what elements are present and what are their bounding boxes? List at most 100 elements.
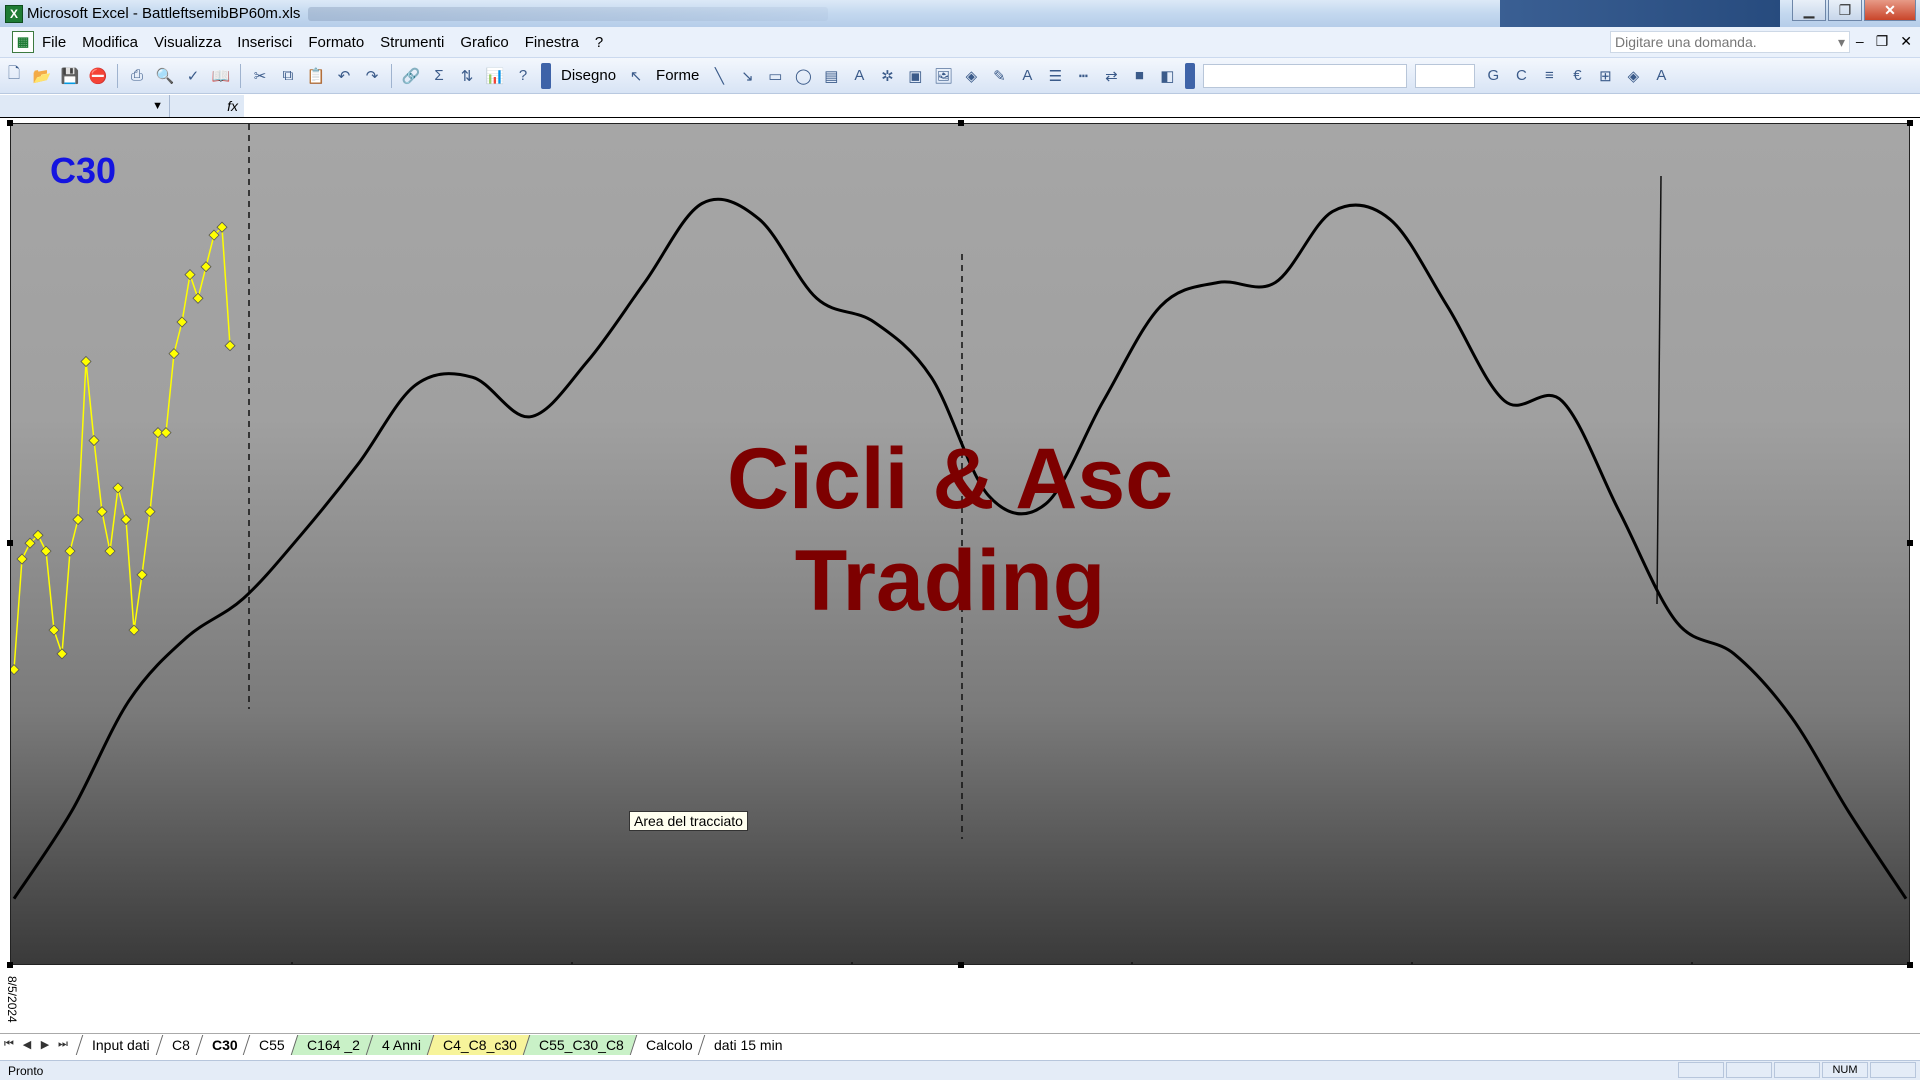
undo-icon[interactable]: ↶ [333,65,355,87]
font-name-combo[interactable] [1203,63,1408,88]
resize-handle[interactable] [7,120,13,126]
new-document-icon[interactable]: 🗋 [3,65,25,87]
toolbar-separator [117,63,118,88]
hyperlink-icon[interactable]: 🔗 [400,65,422,87]
font-size-combo[interactable] [1415,63,1476,88]
copy-icon[interactable]: ⧉ [277,65,299,87]
arrow-style-icon[interactable]: ⇄ [1100,65,1122,87]
currency-icon[interactable]: € [1566,65,1588,87]
doc-restore-icon[interactable]: ❐ [1876,33,1889,50]
fill-bucket-icon[interactable]: ◈ [1622,65,1644,87]
sheet-tab[interactable]: C164 _2 [290,1034,376,1055]
cut-icon[interactable]: ✂ [249,65,271,87]
toolbar-options-icon[interactable] [1185,62,1196,89]
resize-handle[interactable] [958,120,964,126]
shadow-icon[interactable]: ■ [1128,65,1150,87]
sort-icon[interactable]: ⇅ [456,65,478,87]
help-icon[interactable]: ? [512,65,534,87]
clipart-icon[interactable]: ▣ [904,65,926,87]
sheet-tab[interactable]: 4 Anni [365,1034,437,1055]
name-box[interactable]: ▼ [0,94,170,117]
menu-visualizza[interactable]: Visualizza [154,34,221,51]
fill-color-icon[interactable]: ◈ [960,65,982,87]
last-sheet-icon[interactable]: ⏭ [54,1038,72,1051]
bold-icon[interactable]: G [1482,65,1504,87]
sheet-tab[interactable]: C55_C30_C8 [522,1034,639,1055]
sheet-tab[interactable]: dati 15 min [698,1034,798,1055]
menu-strumenti[interactable]: Strumenti [380,34,444,51]
autosum-icon[interactable]: Σ [428,65,450,87]
menu-formato[interactable]: Formato [308,34,364,51]
borders-icon[interactable]: ⊞ [1594,65,1616,87]
menu-help[interactable]: ? [595,34,603,51]
drawing-menu-button[interactable]: Disegno [561,67,616,84]
sheet-tab[interactable]: Input dati [75,1034,165,1055]
spelling-icon[interactable]: ✓ [182,65,204,87]
line-tool-icon[interactable]: ╲ [708,65,730,87]
line-color-icon[interactable]: ✎ [988,65,1010,87]
menu-bar: ▦ File Modifica Visualizza Inserisci For… [0,27,1920,58]
price-data-point [80,355,92,368]
rectangle-tool-icon[interactable]: ▭ [764,65,786,87]
font-color-icon[interactable]: A [1016,65,1038,87]
italic-icon[interactable]: C [1510,65,1532,87]
restore-icon[interactable]: ❐ [1828,0,1862,21]
status-panel [1726,1062,1772,1078]
select-pointer-icon[interactable]: ↖ [625,65,647,87]
3d-style-icon[interactable]: ◧ [1156,65,1178,87]
menu-grafico[interactable]: Grafico [460,34,508,51]
text-color-icon[interactable]: A [1650,65,1672,87]
workbook-icon[interactable]: ▦ [12,31,34,53]
resize-handle[interactable] [958,962,964,968]
textbox-tool-icon[interactable]: ▤ [820,65,842,87]
save-icon[interactable]: 💾 [59,65,81,87]
minimize-icon[interactable]: ▁ [1792,0,1826,21]
price-data-point [160,427,172,439]
paste-icon[interactable]: 📋 [305,65,327,87]
line-style-icon[interactable]: ☰ [1044,65,1066,87]
oval-tool-icon[interactable]: ◯ [792,65,814,87]
redo-icon[interactable]: ↷ [361,65,383,87]
chart-wizard-icon[interactable]: 📊 [484,65,506,87]
doc-minimize-icon[interactable]: – [1856,33,1864,50]
diagram-icon[interactable]: ✲ [876,65,898,87]
resize-handle[interactable] [7,540,13,546]
menu-finestra[interactable]: Finestra [525,34,579,51]
first-sheet-icon[interactable]: ⏮ [0,1038,18,1051]
resize-handle[interactable] [7,962,13,968]
picture-icon[interactable]: 🖼 [932,65,954,87]
close-icon[interactable]: ✕ [1864,0,1916,21]
dash-style-icon[interactable]: ┅ [1072,65,1094,87]
permission-icon[interactable]: ⛔ [87,65,109,87]
research-icon[interactable]: 📖 [210,65,232,87]
sheet-tab[interactable]: Calcolo [629,1034,708,1055]
next-sheet-icon[interactable]: ▶ [36,1038,54,1051]
wordart-icon[interactable]: A [848,65,870,87]
ask-question-box[interactable]: Digitare una domanda. ▾ [1610,31,1850,53]
print-preview-icon[interactable]: 🔍 [154,65,176,87]
menu-modifica[interactable]: Modifica [82,34,138,51]
resize-handle[interactable] [1907,962,1913,968]
arrow-tool-icon[interactable]: ↘ [736,65,758,87]
sheet-tab[interactable]: C4_C8_c30 [426,1034,532,1055]
menu-file[interactable]: File [42,34,66,51]
menu-inserisci[interactable]: Inserisci [237,34,292,51]
chevron-down-icon[interactable]: ▼ [152,100,163,112]
status-panel [1678,1062,1724,1078]
toolbar-options-icon[interactable] [541,62,551,89]
chevron-down-icon[interactable]: ▾ [1838,34,1845,51]
price-data-point [184,269,196,281]
price-data-point [56,648,68,660]
excel-app-icon[interactable]: X [5,4,23,23]
insert-function-button[interactable]: fx [170,94,244,117]
open-folder-icon[interactable]: 📂 [31,65,53,87]
shapes-menu-button[interactable]: Forme [656,67,699,84]
resize-handle[interactable] [1907,120,1913,126]
print-icon[interactable]: ⎙ [126,65,148,87]
prev-sheet-icon[interactable]: ◀ [18,1038,36,1051]
align-center-icon[interactable]: ≡ [1538,65,1560,87]
doc-close-icon[interactable]: ✕ [1900,33,1912,50]
resize-handle[interactable] [1907,540,1913,546]
price-data-point [88,434,100,447]
status-panel [1870,1062,1916,1078]
